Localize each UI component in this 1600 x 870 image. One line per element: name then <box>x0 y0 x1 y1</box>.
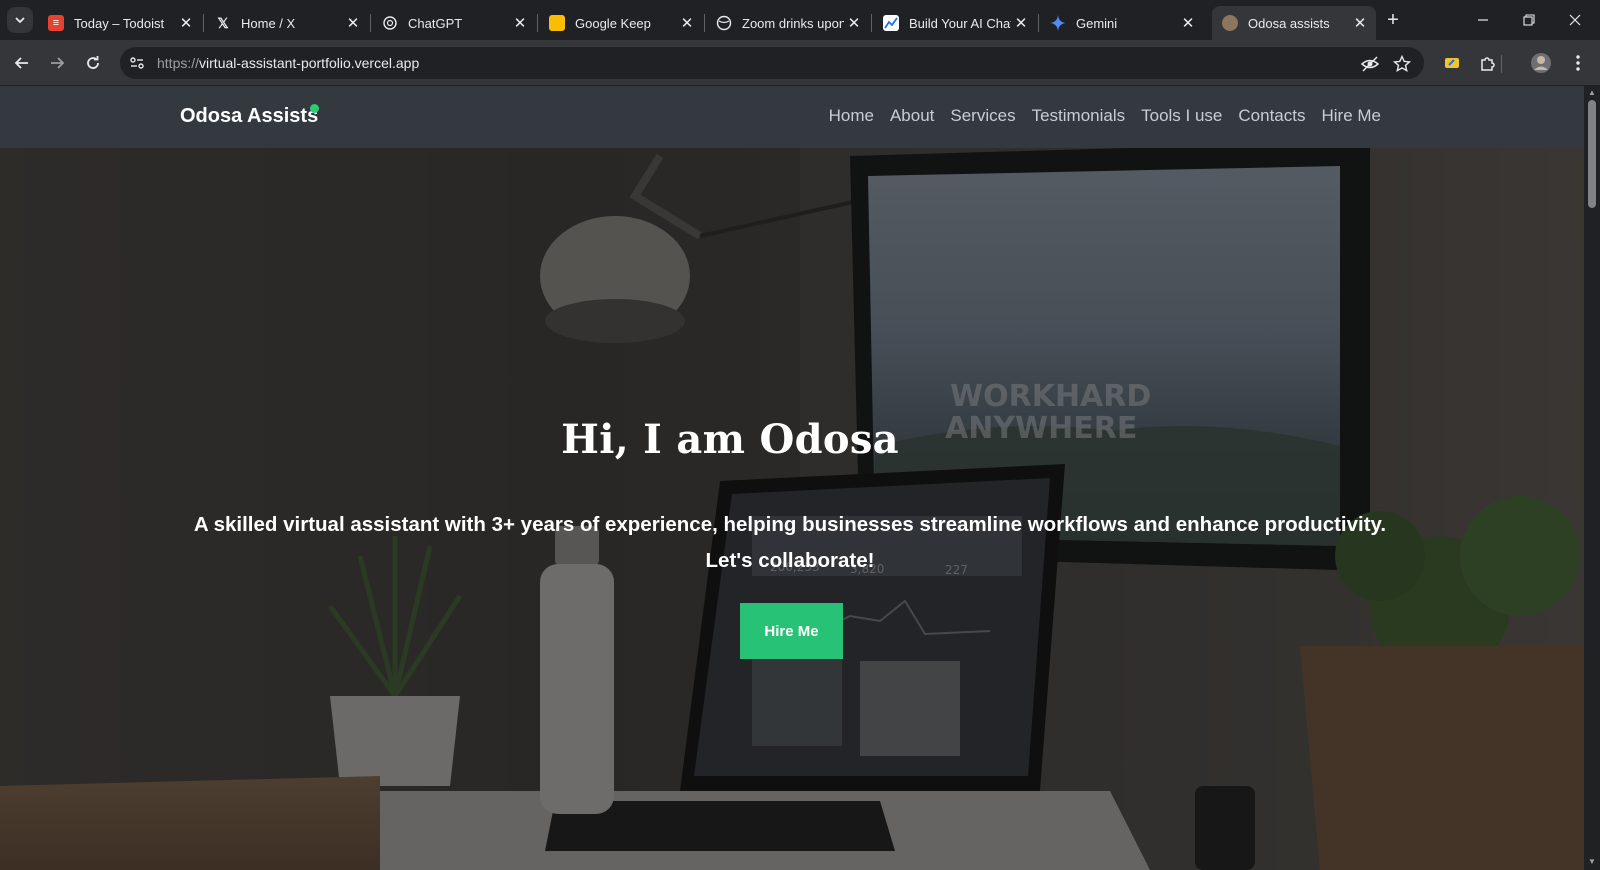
todoist-icon: ≡ <box>48 15 64 31</box>
new-tab-button[interactable]: + <box>1382 9 1404 31</box>
chevron-down-icon <box>15 17 25 24</box>
star-icon[interactable] <box>1392 54 1412 74</box>
tab-chatgpt[interactable]: ChatGPT ✕ <box>372 6 536 40</box>
arrow-left-icon <box>14 57 28 69</box>
site-logo[interactable]: Odosa Assists <box>180 105 318 128</box>
close-icon[interactable]: ✕ <box>1011 13 1031 33</box>
close-icon[interactable]: ✕ <box>343 13 363 33</box>
hero-title: Hi, I am Odosa <box>561 416 899 463</box>
tab-build-ai-chat[interactable]: Build Your AI Chat ✕ <box>873 6 1037 40</box>
puzzle-icon[interactable] <box>1476 51 1500 75</box>
site-navbar: Odosa Assists Home About Services Testim… <box>0 86 1584 148</box>
nav-link-about[interactable]: About <box>890 106 934 126</box>
close-icon[interactable]: ✕ <box>510 13 530 33</box>
tab-title: ChatGPT <box>408 15 463 31</box>
google-keep-icon <box>549 15 565 31</box>
browser-toolbar: https://virtual-assistant-portfolio.verc… <box>0 40 1600 86</box>
gemini-icon <box>1050 15 1066 31</box>
hero-subtitle: A skilled virtual assistant with 3+ year… <box>193 513 1387 572</box>
plus-icon: + <box>1387 8 1399 31</box>
tab-title: Gemini <box>1076 15 1118 31</box>
url-text[interactable]: https://virtual-assistant-portfolio.verc… <box>157 55 419 71</box>
nav-link-tools[interactable]: Tools I use <box>1141 106 1222 126</box>
close-icon[interactable]: ✕ <box>176 13 196 33</box>
eye-slash-icon[interactable] <box>1360 54 1380 74</box>
back-button[interactable] <box>8 49 36 77</box>
close-window-button[interactable] <box>1552 6 1598 34</box>
nav-link-testimonials[interactable]: Testimonials <box>1032 106 1126 126</box>
site-nav-links: Home About Services Testimonials Tools I… <box>829 106 1381 126</box>
reload-button[interactable] <box>79 49 107 77</box>
scrollbar-thumb[interactable] <box>1588 100 1596 208</box>
x-logo-icon: 𝕏 <box>217 14 229 31</box>
tab-google-keep[interactable]: Google Keep ✕ <box>539 6 703 40</box>
url-protocol: https:// <box>157 55 200 71</box>
minimize-button[interactable] <box>1460 6 1506 34</box>
globe-icon <box>716 15 732 31</box>
arrow-right-icon <box>51 57 65 69</box>
chart-icon <box>883 15 899 31</box>
tab-x[interactable]: 𝕏 Home / X ✕ <box>205 6 369 40</box>
tab-title: Zoom drinks upon <box>742 15 844 31</box>
minimize-icon <box>1478 19 1488 21</box>
tab-todoist[interactable]: ≡ Today – Todoist ✕ <box>38 6 202 40</box>
web-page: WORKHARD ANYWHERE 206,253 3,820 227 Odos <box>0 86 1584 870</box>
tab-title: Today – Todoist <box>74 15 165 31</box>
site-info-icon[interactable] <box>128 54 146 72</box>
tab-title: Home / X <box>241 15 296 31</box>
extension-icon[interactable] <box>1440 51 1464 75</box>
address-bar[interactable]: https://virtual-assistant-portfolio.verc… <box>120 47 1424 79</box>
tab-title: Build Your AI Chat <box>909 15 1011 31</box>
restore-button[interactable] <box>1506 6 1552 34</box>
hero-background-image: WORKHARD ANYWHERE 206,253 3,820 227 <box>0 86 1584 870</box>
site-favicon-icon <box>1222 15 1238 31</box>
nav-link-contacts[interactable]: Contacts <box>1238 106 1305 126</box>
tab-title: Google Keep <box>575 15 651 31</box>
page-scrollbar[interactable]: ▲ ▼ <box>1584 86 1600 870</box>
nav-link-hire-me[interactable]: Hire Me <box>1321 106 1381 126</box>
tab-odosa-assists[interactable]: Odosa assists ✕ <box>1212 6 1376 40</box>
tab-strip: ≡ Today – Todoist ✕ 𝕏 Home / X ✕ ChatGPT… <box>0 0 1600 40</box>
close-icon[interactable]: ✕ <box>844 13 864 33</box>
scroll-down-arrow-icon[interactable]: ▼ <box>1588 858 1596 866</box>
hire-me-button[interactable]: Hire Me <box>740 603 843 659</box>
nav-link-home[interactable]: Home <box>829 106 874 126</box>
brand-status-dot <box>310 104 319 113</box>
close-icon[interactable]: ✕ <box>677 13 697 33</box>
forward-button[interactable] <box>43 49 71 77</box>
tab-gemini[interactable]: Gemini ✕ <box>1040 6 1204 40</box>
url-host: virtual-assistant-portfolio.vercel.app <box>199 55 420 71</box>
avatar[interactable] <box>1529 51 1553 75</box>
close-icon <box>1569 14 1581 26</box>
close-icon[interactable]: ✕ <box>1350 13 1370 33</box>
tab-search-button[interactable] <box>7 7 33 33</box>
tab-title: Odosa assists <box>1248 15 1330 31</box>
nav-link-services[interactable]: Services <box>950 106 1015 126</box>
more-menu-icon[interactable] <box>1566 51 1590 75</box>
chatgpt-icon <box>382 15 398 31</box>
close-icon[interactable]: ✕ <box>1178 13 1198 33</box>
restore-icon <box>1523 14 1535 26</box>
tab-zoom-drinks[interactable]: Zoom drinks upon ✕ <box>706 6 870 40</box>
scroll-up-arrow-icon[interactable]: ▲ <box>1588 89 1596 97</box>
reload-icon <box>87 56 99 69</box>
